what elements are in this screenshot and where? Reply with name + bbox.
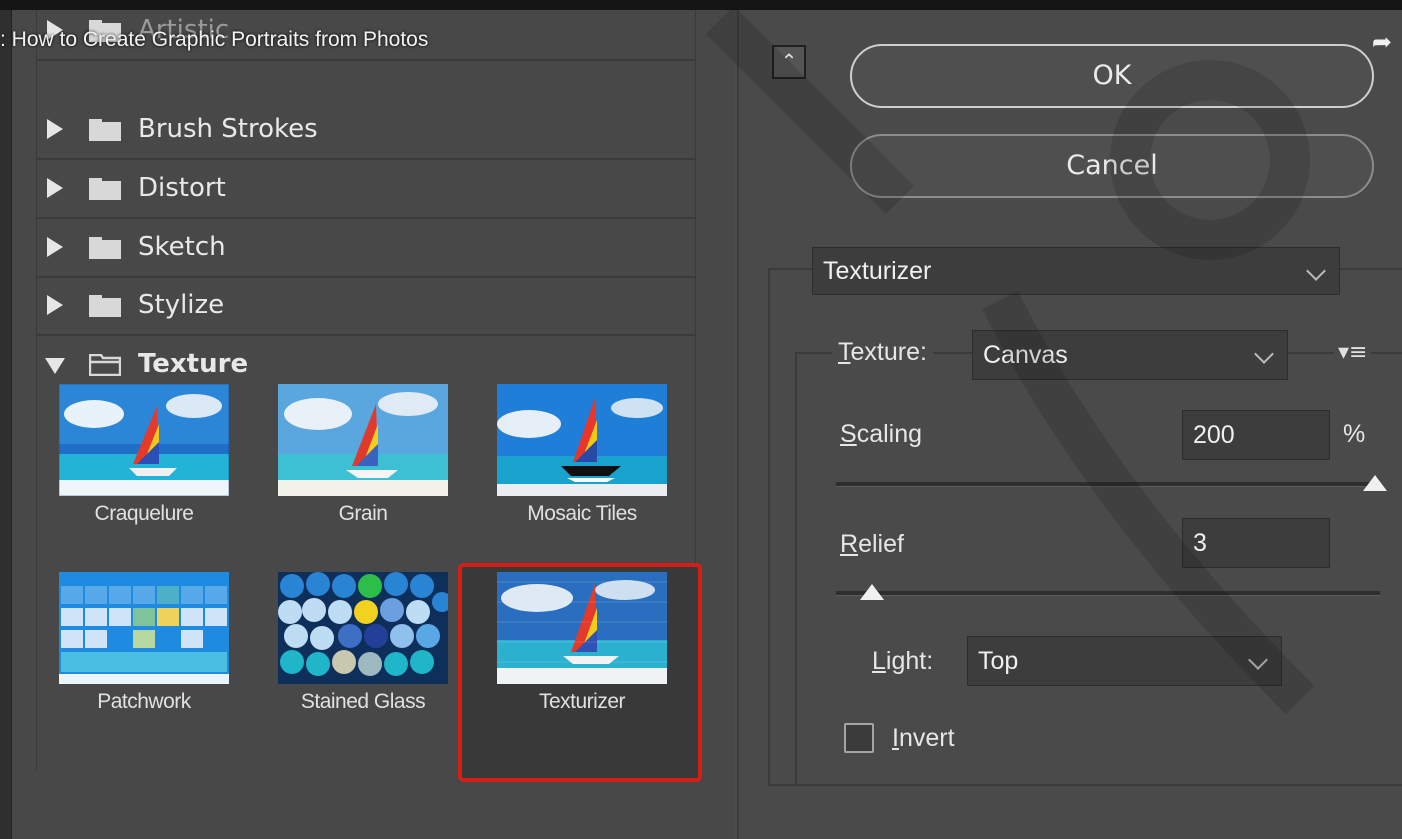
open-folder-icon: [89, 354, 121, 376]
video-title[interactable]: : How to Create Graphic Portraits from P…: [0, 28, 428, 52]
category-label: Sketch: [138, 232, 226, 262]
expand-triangle-icon: [47, 295, 63, 315]
light-label: Light:: [872, 647, 934, 676]
filter-thumb-mosaic-tiles[interactable]: [497, 384, 667, 496]
scaling-label: Scaling: [840, 420, 923, 449]
category-label: Distort: [138, 173, 226, 203]
collapse-gallery-icon[interactable]: ⌃: [772, 45, 806, 79]
relief-input[interactable]: 3: [1182, 518, 1330, 568]
scaling-unit: %: [1343, 420, 1366, 449]
filter-thumb-patchwork[interactable]: [59, 572, 229, 684]
chevron-down-icon: [1254, 344, 1274, 364]
folder-icon: [89, 119, 121, 141]
category-stylize[interactable]: Stylize: [37, 277, 695, 336]
filter-thumb-craquelure[interactable]: [59, 384, 229, 496]
filter-label-grain: Grain: [338, 502, 388, 525]
relief-label: Relief: [840, 530, 904, 559]
filter-label-mosaic-tiles: Mosaic Tiles: [527, 502, 637, 525]
category-label: Texture: [138, 349, 249, 379]
folder-icon: [89, 237, 121, 259]
texture-label: Texture:: [832, 338, 933, 367]
filter-thumb-stained-glass[interactable]: [278, 572, 448, 684]
filter-label-patchwork: Patchwork: [97, 690, 191, 713]
filter-select-value: Texturizer: [823, 257, 932, 285]
light-select[interactable]: Top: [967, 636, 1282, 686]
filter-label-craquelure: Craquelure: [94, 502, 194, 525]
scaling-slider-handle[interactable]: [1363, 475, 1387, 491]
left-edge-strip: [0, 10, 12, 839]
light-select-value: Top: [978, 647, 1019, 675]
category-brush-strokes[interactable]: Brush Strokes: [37, 101, 695, 160]
expand-triangle-icon: [47, 178, 63, 198]
collapse-triangle-icon: [45, 358, 65, 374]
ok-button[interactable]: OK: [850, 44, 1374, 108]
relief-slider-handle[interactable]: [860, 584, 884, 600]
category-distort[interactable]: Distort: [37, 160, 695, 219]
invert-label[interactable]: Invert: [892, 724, 955, 753]
category-label: Stylize: [138, 290, 225, 320]
filter-gallery-panel: Artistic Brush Strokes Distort Sketch St…: [12, 10, 734, 839]
chevron-down-icon: [1306, 261, 1326, 281]
expand-triangle-icon: [47, 237, 63, 257]
cancel-button[interactable]: Cancel: [850, 134, 1374, 198]
scaling-slider-track[interactable]: [836, 482, 1380, 487]
invert-checkbox[interactable]: [844, 723, 874, 753]
chevron-down-icon: [1248, 650, 1268, 670]
red-selection-annotation: [458, 563, 702, 782]
share-icon[interactable]: ➦: [1372, 28, 1392, 56]
texture-select[interactable]: Canvas: [972, 330, 1288, 380]
texture-select-value: Canvas: [983, 341, 1068, 369]
filter-thumb-grain[interactable]: [278, 384, 448, 496]
relief-slider-track[interactable]: [836, 591, 1380, 596]
texture-menu-icon[interactable]: ▾≡: [1334, 340, 1372, 365]
filter-select[interactable]: Texturizer: [812, 247, 1340, 295]
folder-icon: [89, 178, 121, 200]
category-label: Brush Strokes: [138, 114, 318, 144]
category-sketch[interactable]: Sketch: [37, 219, 695, 278]
expand-triangle-icon: [47, 119, 63, 139]
filter-label-stained-glass: Stained Glass: [300, 690, 426, 713]
scaling-input[interactable]: 200: [1182, 410, 1330, 460]
folder-icon: [89, 295, 121, 317]
